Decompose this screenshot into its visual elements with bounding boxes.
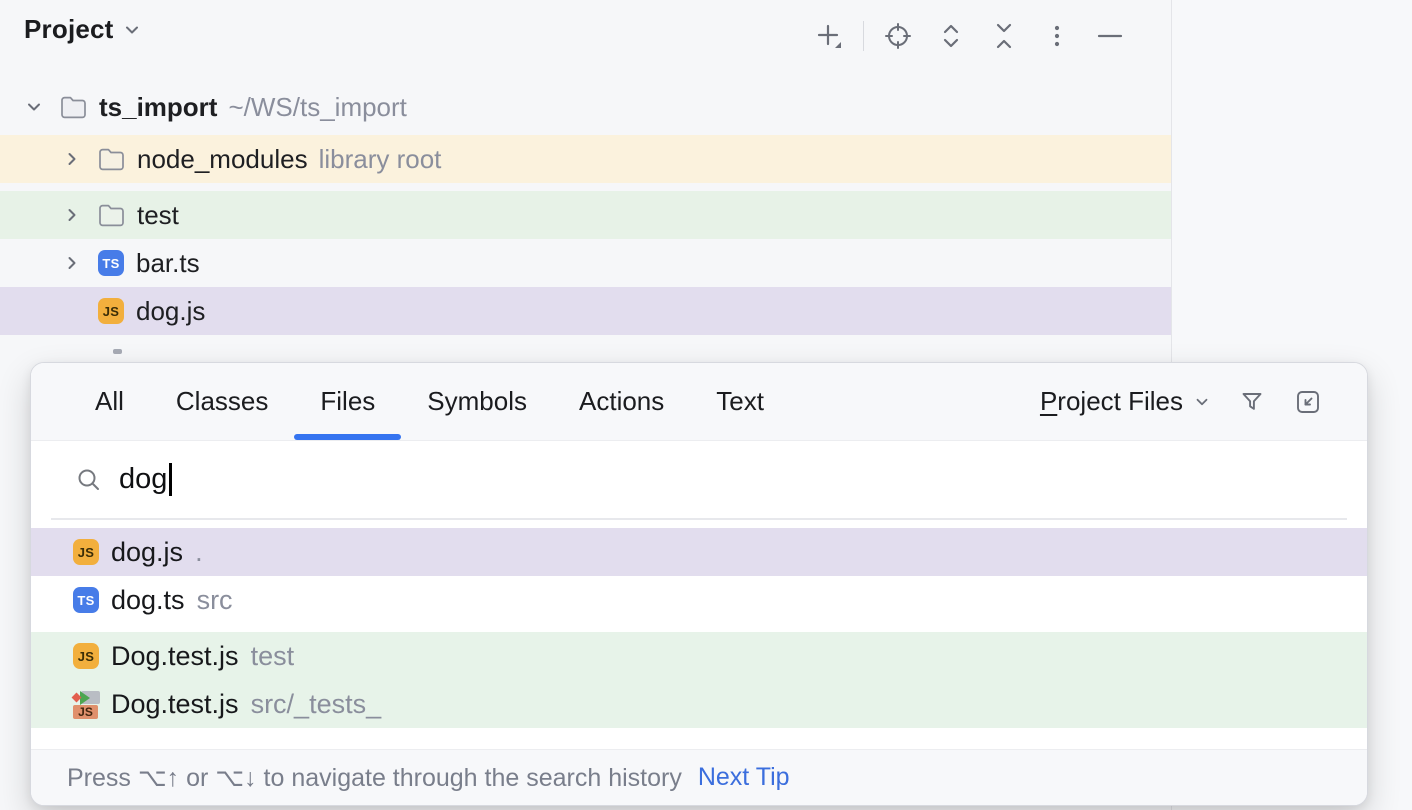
tree-item-label: bar.ts	[136, 248, 200, 279]
result-name: dog.ts	[111, 585, 185, 616]
result-name: Dog.test.js	[111, 689, 239, 720]
open-in-find-window-icon[interactable]	[1293, 387, 1323, 417]
chevron-right-icon[interactable]	[62, 205, 82, 225]
tab-text[interactable]: Text	[690, 363, 790, 440]
result-path: .	[195, 537, 203, 568]
search-input[interactable]: dog	[31, 441, 1367, 518]
result-path: src/_tests_	[251, 689, 382, 720]
chevron-right-icon[interactable]	[62, 253, 82, 273]
scope-selector[interactable]: Project Files	[1040, 386, 1211, 417]
chevron-right-icon[interactable]	[62, 149, 82, 169]
partially-hidden-tree-row	[113, 349, 122, 354]
result-row[interactable]: JS Dog.test.js src/_tests_	[31, 680, 1367, 728]
chevron-down-icon[interactable]	[24, 97, 44, 117]
expand-all-icon[interactable]	[936, 21, 966, 51]
search-icon	[75, 466, 103, 494]
next-tip-link[interactable]: Next Tip	[698, 763, 790, 792]
javascript-file-icon: JS	[73, 643, 99, 669]
tree-row-test[interactable]: test	[0, 191, 1171, 239]
filter-icon[interactable]	[1237, 387, 1267, 417]
tree-item-label: dog.js	[136, 296, 205, 327]
javascript-file-icon: JS	[98, 298, 124, 324]
tab-all[interactable]: All	[69, 363, 150, 440]
tab-classes[interactable]: Classes	[150, 363, 294, 440]
result-name: dog.js	[111, 537, 183, 568]
result-path: test	[251, 641, 295, 672]
tree-item-label: test	[137, 200, 179, 231]
search-scope-controls: Project Files	[1040, 363, 1323, 440]
panel-title: Project	[24, 14, 114, 45]
panel-toolbar	[814, 21, 1125, 51]
typescript-file-icon: TS	[98, 250, 124, 276]
tree-item-path: library root	[319, 144, 442, 175]
search-footer-hint-bar: Press ⌥↑ or ⌥↓ to navigate through the s…	[31, 749, 1367, 805]
result-path: src	[197, 585, 233, 616]
search-query-text: dog	[119, 463, 167, 496]
result-name: Dog.test.js	[111, 641, 239, 672]
add-icon[interactable]	[814, 21, 844, 51]
result-row[interactable]: TS dog.ts src	[31, 576, 1367, 624]
javascript-test-file-icon: JS	[73, 690, 100, 719]
active-tab-underline	[294, 434, 401, 440]
hide-panel-icon[interactable]	[1095, 21, 1125, 51]
tree-row-bar-ts[interactable]: TS bar.ts	[0, 239, 1171, 287]
footer-hint-text: Press ⌥↑ or ⌥↓ to navigate through the s…	[67, 763, 682, 793]
collapse-all-icon[interactable]	[989, 21, 1019, 51]
folder-icon	[60, 95, 87, 119]
chevron-down-icon	[122, 20, 142, 40]
tab-symbols[interactable]: Symbols	[401, 363, 553, 440]
tree-row-node-modules[interactable]: node_modules library root	[0, 135, 1171, 183]
results-group-gap	[31, 624, 1367, 632]
tree-item-label: node_modules	[137, 144, 308, 175]
search-everywhere-popup: All Classes Files Symbols Actions Text P…	[30, 362, 1368, 806]
folder-icon	[98, 203, 125, 227]
search-results-list: JS dog.js . TS dog.ts src JS Dog.test.js…	[31, 520, 1367, 749]
tree-row-dog-js[interactable]: JS dog.js	[0, 287, 1171, 335]
tree-row-ts-import[interactable]: ts_import ~/WS/ts_import	[0, 83, 1171, 131]
tab-files[interactable]: Files	[294, 363, 401, 440]
tree-item-label: ts_import	[99, 92, 217, 123]
chevron-down-icon	[1193, 393, 1211, 411]
toolbar-separator	[863, 21, 864, 51]
text-caret	[169, 463, 172, 496]
search-tabs-bar: All Classes Files Symbols Actions Text P…	[31, 363, 1367, 441]
project-view-selector[interactable]: Project	[24, 14, 142, 45]
more-options-icon[interactable]	[1042, 21, 1072, 51]
javascript-file-icon: JS	[73, 539, 99, 565]
typescript-file-icon: TS	[73, 587, 99, 613]
locate-file-icon[interactable]	[883, 21, 913, 51]
result-row[interactable]: JS dog.js .	[31, 528, 1367, 576]
tab-actions[interactable]: Actions	[553, 363, 690, 440]
tree-item-path: ~/WS/ts_import	[228, 92, 406, 123]
folder-icon	[98, 147, 125, 171]
result-row[interactable]: JS Dog.test.js test	[31, 632, 1367, 680]
project-panel-header: Project	[0, 0, 1171, 72]
